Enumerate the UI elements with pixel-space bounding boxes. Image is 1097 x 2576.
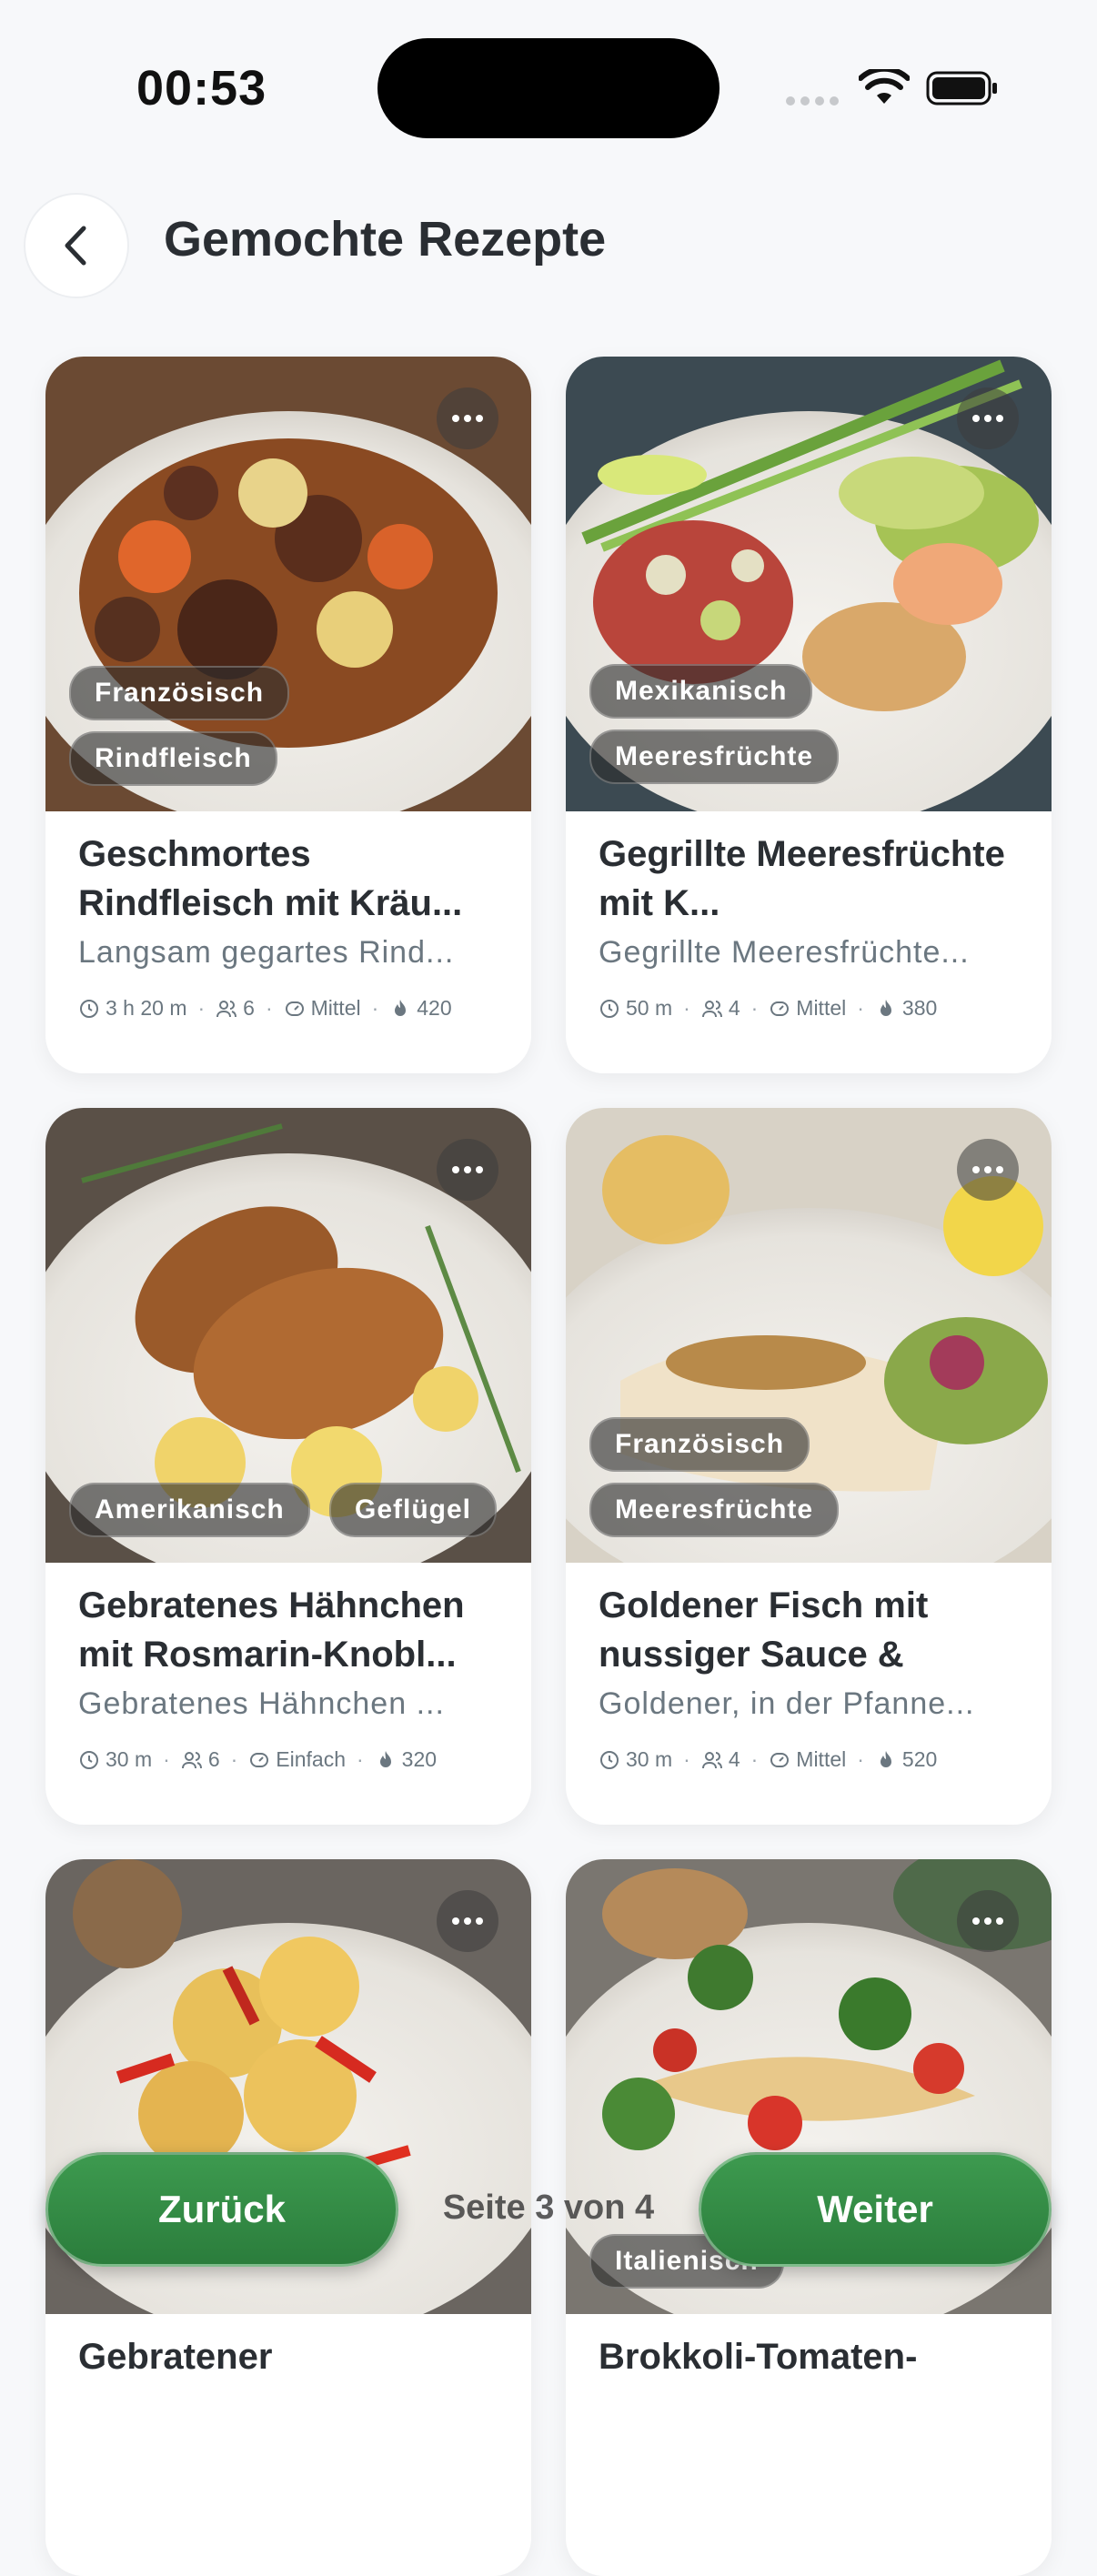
status-time: 00:53 [136,61,267,116]
flame-icon [395,999,407,1016]
cuisine-tag: Amerikanisch [69,1483,310,1537]
previous-page-button[interactable]: Zurück [45,2152,398,2267]
recipe-meta: 3 h 20 m · 6 · Mittel · 420 [78,996,502,1021]
cook-time: 30 m [106,1747,153,1771]
category-tag: Meeresfrüchte [589,730,840,784]
more-options-button[interactable] [957,1890,1019,1952]
recipe-title: Geschmortes Rindfleisch mit Kräu... [78,834,463,923]
flame-icon [880,999,891,1016]
back-button[interactable] [24,193,129,298]
category-tag: Rindfleisch [69,731,277,786]
more-options-button[interactable] [957,387,1019,449]
gauge-icon [285,1001,304,1016]
flame-icon [880,1750,891,1767]
gauge-icon [770,1752,790,1767]
calories: 380 [901,996,938,1020]
recipe-card[interactable]: Französisch Meeresfrüchte Goldener Fisch… [566,1108,1052,1825]
gauge-icon [770,1001,790,1016]
clock-icon [600,1750,619,1769]
recipe-image: Amerikanisch Geflügel [45,1108,531,1563]
cook-time: 3 h 20 m [106,996,187,1020]
recipe-description: Gebratenes Hähnchen ... [78,1686,445,1721]
more-options-button[interactable] [437,387,498,449]
wifi-icon [859,69,910,104]
cook-time: 50 m [626,996,673,1020]
people-icon [181,1751,202,1768]
flame-icon [379,1750,391,1767]
category-tag: Geflügel [329,1483,498,1537]
recipe-meta: 30 m · 4 · Mittel · 520 [599,1747,1022,1772]
people-icon [216,1000,237,1017]
recipe-description: Goldener, in der Pfanne... [599,1686,975,1721]
difficulty: Einfach [276,1747,346,1771]
chevron-left-icon [65,226,86,266]
clock-icon [80,999,98,1018]
recipe-meta: 30 m · 6 · Einfach · 320 [78,1747,502,1772]
recipe-title: Gebratenes Hähnchen mit Rosmarin-Knobl..… [78,1585,465,1675]
recipe-title: Brokkoli-Tomaten- [599,2337,918,2377]
page-indicator: Seite 3 von 4 [442,2189,655,2227]
people-icon [701,1000,722,1017]
recipe-card[interactable]: Französisch Rindfleisch Geschmortes Rind… [45,357,531,1073]
calories: 420 [417,996,452,1020]
servings: 4 [728,996,740,1020]
difficulty: Mittel [796,996,847,1020]
cuisine-tag: Französisch [589,1417,810,1472]
people-icon [701,1751,722,1768]
next-page-button[interactable]: Weiter [699,2152,1052,2267]
recipe-description: Langsam gegartes Rind... [78,935,455,970]
recipe-title: Gebratener [78,2337,273,2377]
dynamic-island [377,38,720,138]
difficulty: Mittel [310,996,361,1020]
more-options-button[interactable] [957,1139,1019,1201]
recipe-image: Französisch Meeresfrüchte [566,1108,1052,1563]
category-tag: Meeresfrüchte [589,1483,840,1537]
servings: 4 [728,1747,740,1771]
more-options-button[interactable] [437,1139,498,1201]
cook-time: 30 m [626,1747,673,1771]
gauge-icon [250,1752,269,1767]
recipe-card[interactable]: Amerikanisch Geflügel Gebratenes Hähnche… [45,1108,531,1825]
page-title: Gemochte Rezepte [164,212,607,267]
servings: 6 [243,996,255,1020]
more-options-button[interactable] [437,1890,498,1952]
cuisine-tag: Mexikanisch [589,664,813,719]
recipe-image: Französisch Rindfleisch [45,357,531,811]
clock-icon [600,999,619,1018]
recipe-meta: 50 m · 4 · Mittel · 380 [599,996,1022,1021]
status-bar: 00:53 [0,0,1097,173]
cuisine-tag: Französisch [69,666,290,720]
recipe-title: Gegrillte Meeresfrüchte mit K... [599,834,1005,923]
recipe-description: Gegrillte Meeresfrüchte... [599,935,970,970]
calories: 320 [401,1747,438,1771]
clock-icon [80,1750,98,1769]
servings: 6 [207,1747,220,1771]
cellular-signal-icon [786,96,839,106]
recipe-card[interactable]: Mexikanisch Meeresfrüchte Gegrillte Meer… [566,357,1052,1073]
recipe-image: Mexikanisch Meeresfrüchte [566,357,1052,811]
calories: 520 [901,1747,938,1771]
battery-icon [926,71,997,106]
recipe-title: Goldener Fisch mit nussiger Sauce & [599,1585,929,1675]
difficulty: Mittel [796,1747,847,1771]
